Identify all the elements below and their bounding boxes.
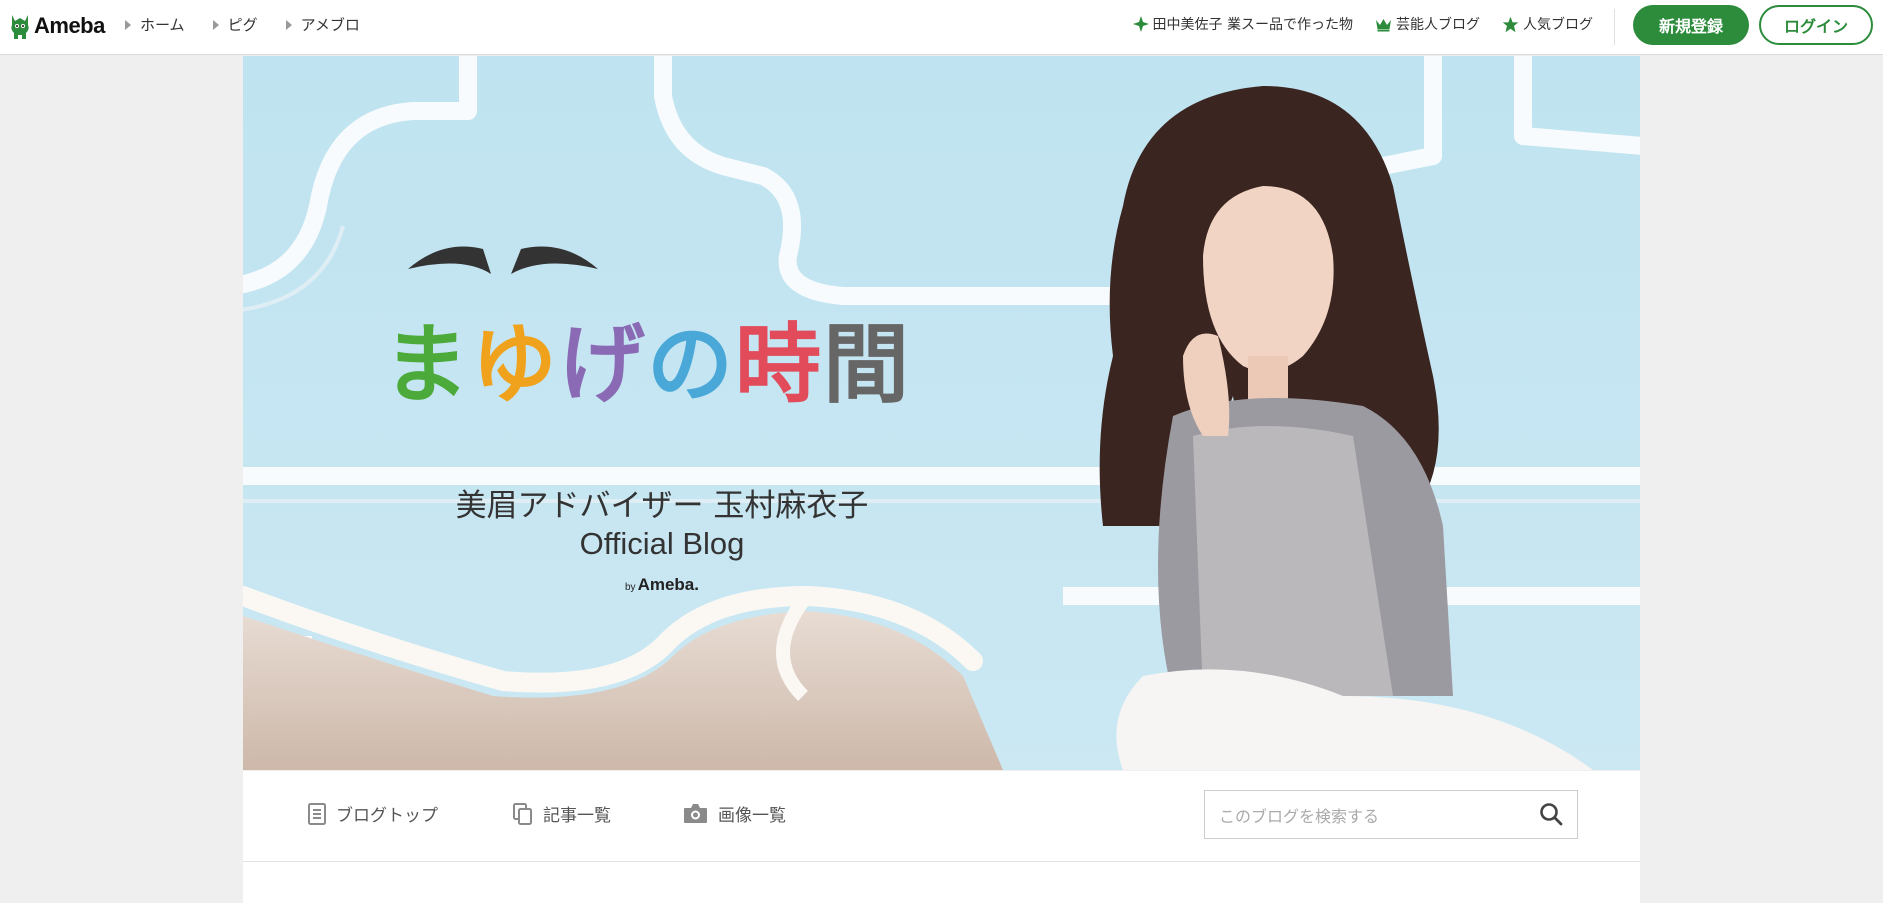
title-char: げ [559, 315, 647, 415]
trending-topic-label: 田中美佐子 業スー品で作った物 [1152, 17, 1353, 33]
trending-topic-link[interactable]: 田中美佐子 業スー品で作った物 [1132, 14, 1353, 34]
official-blog-label: Official Blog [579, 526, 745, 561]
nav-article-list[interactable]: 記事一覧 [513, 801, 611, 826]
chevron-right-icon [125, 19, 131, 30]
by-ameba-label: by Ameba. [447, 575, 877, 595]
ameba-logo[interactable]: Ameba [9, 9, 105, 43]
register-button[interactable]: 新規登録 [1633, 5, 1749, 45]
celebrity-blog-link[interactable]: 芸能人ブログ [1375, 14, 1480, 34]
breadcrumb-home[interactable]: ホーム [125, 14, 185, 35]
title-char: の [647, 315, 735, 415]
blog-subtitle: 美眉アドバイザー 玉村麻衣子 [455, 488, 869, 524]
popular-blog-link[interactable]: 人気ブログ [1502, 14, 1593, 34]
breadcrumb-pigg[interactable]: ピグ [212, 14, 258, 35]
blog-search-box [1204, 790, 1578, 839]
blog-header-banner[interactable]: ま ゆ げ の 時 間 美眉アドバイザー 玉村麻衣子 Official Blog… [243, 56, 1640, 770]
blog-title: ま ゆ げ の 時 間 [383, 294, 911, 419]
nav-blog-top-label: ブログトップ [336, 806, 438, 826]
title-char: ゆ [471, 315, 559, 415]
star-icon [1502, 16, 1519, 32]
breadcrumb-label: アメブロ [300, 16, 360, 34]
eyebrows-illustration [408, 246, 598, 274]
search-button[interactable] [1539, 802, 1563, 830]
nav-article-list-label: 記事一覧 [543, 806, 611, 826]
breadcrumb-ameblo[interactable]: アメブロ [285, 14, 360, 35]
nav-blog-top[interactable]: ブログトップ [308, 801, 438, 826]
logo-text: Ameba [34, 13, 105, 38]
nav-image-list[interactable]: 画像一覧 [683, 801, 786, 826]
breadcrumb-label: ピグ [227, 16, 258, 34]
header-links: 田中美佐子 業スー品で作った物 芸能人ブログ 人気ブログ [1132, 14, 1593, 34]
header-divider [1614, 9, 1615, 45]
login-button[interactable]: ログイン [1759, 5, 1873, 45]
ameba-mascot-icon [11, 15, 29, 39]
nav-image-list-label: 画像一覧 [718, 806, 786, 826]
breadcrumb-label: ホーム [140, 16, 185, 34]
by-prefix: by [625, 582, 636, 593]
blog-search-input[interactable] [1217, 801, 1521, 831]
content-area [243, 862, 1640, 903]
popular-blog-label: 人気ブログ [1523, 17, 1593, 33]
title-char: 時 [735, 315, 823, 415]
blog-navigation: ブログトップ 記事一覧 画像一覧 [243, 771, 1640, 862]
by-brand: Ameba. [637, 575, 699, 594]
breadcrumb: ホーム ピグ アメブロ [125, 14, 360, 35]
sparkle-icon [1132, 16, 1149, 32]
celebrity-blog-label: 芸能人ブログ [1396, 17, 1480, 33]
chevron-right-icon [285, 19, 292, 30]
camera-icon [684, 804, 707, 823]
title-char: ま [383, 315, 471, 415]
search-icon [1540, 803, 1563, 826]
copy-icon [513, 802, 532, 825]
document-icon [308, 802, 326, 825]
chevron-right-icon [212, 19, 219, 30]
top-header: Ameba ホーム ピグ アメブロ 田中美佐子 業スー品で作った物 芸能人ブログ… [0, 0, 1883, 55]
crown-icon [1376, 18, 1391, 31]
title-char: 間 [823, 315, 911, 415]
